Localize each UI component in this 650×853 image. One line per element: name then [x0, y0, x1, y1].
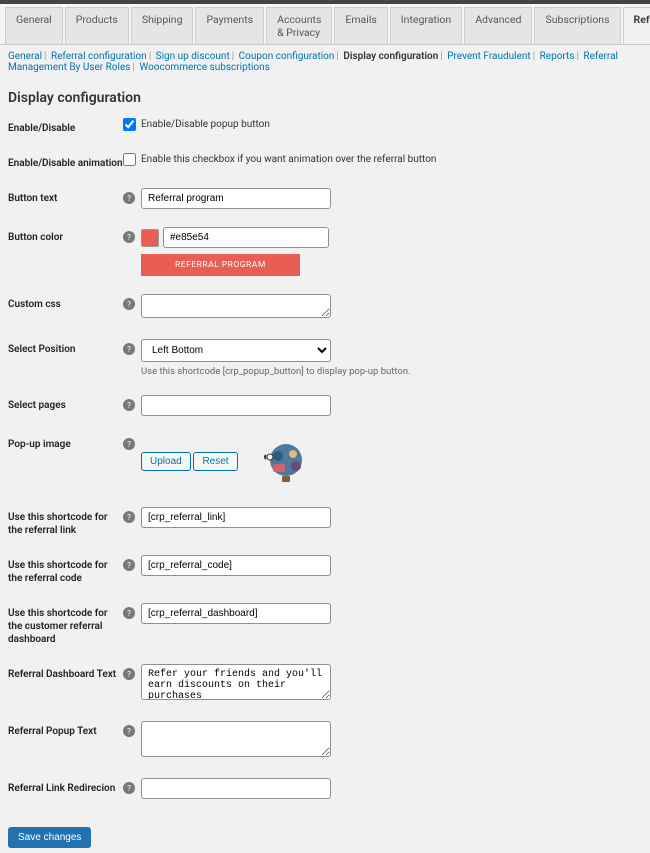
label-popup-text: Referral Popup Text: [8, 721, 123, 738]
tab-advanced[interactable]: Advanced: [464, 7, 532, 44]
tab-emails[interactable]: Emails: [334, 7, 387, 44]
tab-referrals[interactable]: Referrals: [623, 7, 650, 44]
enable-text: Enable/Disable popup button: [141, 119, 270, 130]
reset-button[interactable]: Reset: [193, 452, 237, 471]
button-text-input[interactable]: [141, 188, 331, 209]
subnav-signup-discount[interactable]: Sign up discount: [156, 51, 230, 62]
label-dashboard-text: Referral Dashboard Text: [8, 664, 123, 681]
help-icon[interactable]: ?: [123, 559, 135, 571]
tab-payments[interactable]: Payments: [195, 7, 264, 44]
help-icon[interactable]: ?: [123, 399, 135, 411]
label-shortcode-link: Use this shortcode for the referral link: [8, 507, 123, 537]
shortcode-dashboard-input[interactable]: [141, 603, 331, 624]
help-icon[interactable]: ?: [123, 343, 135, 355]
subnav-woo-subscriptions[interactable]: Woocommerce subscriptions: [139, 62, 269, 73]
shortcode-code-input[interactable]: [141, 555, 331, 576]
label-shortcode-code: Use this shortcode for the referral code: [8, 555, 123, 585]
animation-checkbox[interactable]: [123, 153, 136, 166]
label-custom-css: Custom css: [8, 294, 123, 311]
label-button-color: Button color: [8, 227, 123, 244]
label-enable: Enable/Disable: [8, 118, 123, 135]
help-icon[interactable]: ?: [123, 511, 135, 523]
position-select[interactable]: Left Bottom: [141, 339, 331, 362]
upload-button[interactable]: Upload: [141, 452, 191, 471]
animation-text: Enable this checkbox if you want animati…: [141, 154, 436, 165]
subnav-prevent-fraud[interactable]: Prevent Fraudulent: [447, 51, 530, 62]
help-icon[interactable]: ?: [123, 192, 135, 204]
tab-subscriptions[interactable]: Subscriptions: [534, 7, 620, 44]
page-title: Display configuration: [8, 90, 642, 106]
subnav: General| Referral configuration| Sign up…: [0, 45, 650, 79]
dashboard-text-input[interactable]: Refer your friends and you'll earn disco…: [141, 664, 331, 700]
button-preview: REFERRAL PROGRAM: [141, 254, 300, 276]
label-animation: Enable/Disable animation: [8, 153, 123, 170]
help-icon[interactable]: ?: [123, 231, 135, 243]
shortcode-link-input[interactable]: [141, 507, 331, 528]
tab-accounts-privacy[interactable]: Accounts & Privacy: [266, 7, 332, 44]
subnav-display-config[interactable]: Display configuration: [343, 51, 438, 62]
popup-image-preview: [258, 434, 313, 489]
select-pages-input[interactable]: [141, 395, 331, 416]
subnav-referral-config[interactable]: Referral configuration: [51, 51, 147, 62]
enable-checkbox[interactable]: [123, 118, 136, 131]
subnav-coupon-config[interactable]: Coupon configuration: [239, 51, 335, 62]
label-button-text: Button text: [8, 188, 123, 205]
help-icon[interactable]: ?: [123, 607, 135, 619]
label-select-pages: Select pages: [8, 395, 123, 412]
tab-integration[interactable]: Integration: [390, 7, 462, 44]
nav-tabs: General Products Shipping Payments Accou…: [0, 4, 650, 45]
label-select-position: Select Position: [8, 339, 123, 356]
help-icon[interactable]: ?: [123, 782, 135, 794]
link-redirect-input[interactable]: [141, 778, 331, 799]
help-icon[interactable]: ?: [123, 438, 135, 450]
help-icon[interactable]: ?: [123, 668, 135, 680]
tab-general[interactable]: General: [5, 7, 63, 44]
button-color-input[interactable]: [163, 227, 329, 248]
tab-shipping[interactable]: Shipping: [131, 7, 194, 44]
help-icon[interactable]: ?: [123, 298, 135, 310]
label-popup-image: Pop-up image: [8, 434, 123, 451]
popup-text-input[interactable]: [141, 721, 331, 757]
color-swatch[interactable]: [141, 229, 159, 247]
custom-css-input[interactable]: [141, 294, 331, 318]
position-note: Use this shortcode [crp_popup_button] to…: [141, 366, 642, 377]
help-icon[interactable]: ?: [123, 725, 135, 737]
subnav-reports[interactable]: Reports: [540, 51, 575, 62]
label-shortcode-dashboard: Use this shortcode for the customer refe…: [8, 603, 123, 646]
tab-products[interactable]: Products: [65, 7, 129, 44]
label-link-redirect: Referral Link Redirecion: [8, 778, 123, 795]
save-button[interactable]: Save changes: [8, 827, 91, 848]
subnav-general[interactable]: General: [8, 51, 42, 62]
